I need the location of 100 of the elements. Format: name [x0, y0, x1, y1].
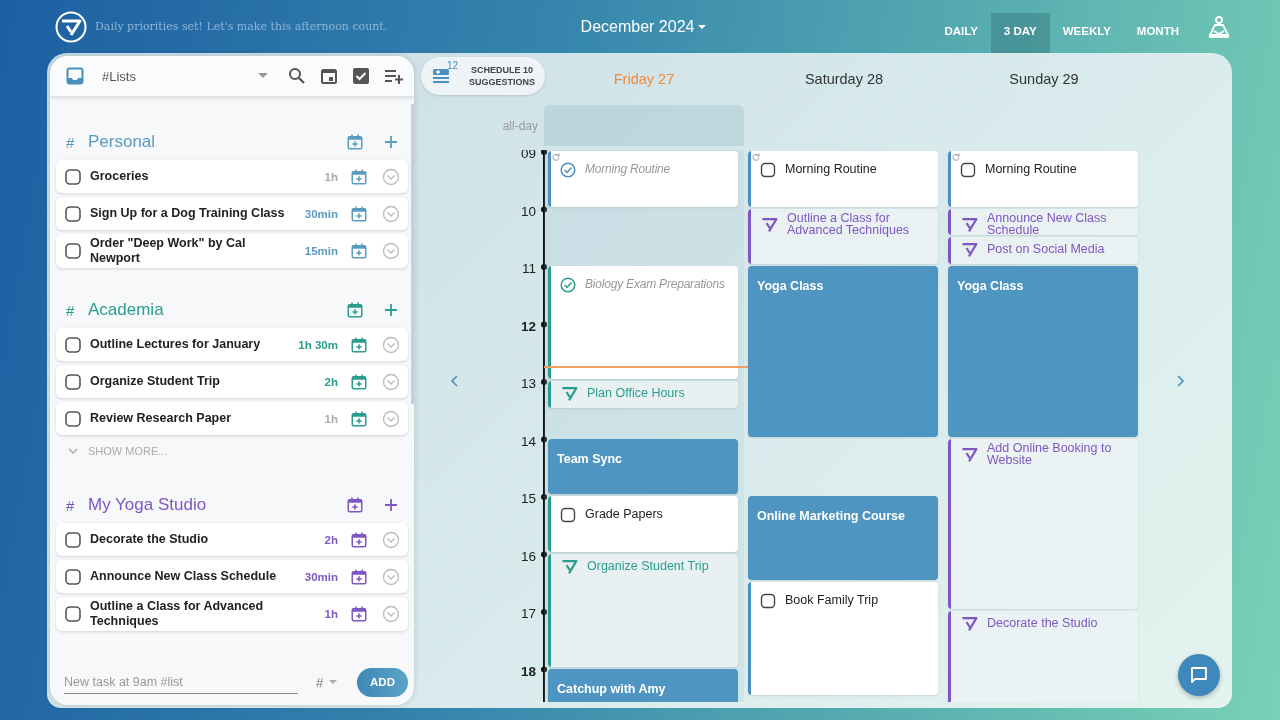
chevron-circle-icon[interactable]: [382, 204, 400, 223]
task-row[interactable]: Order "Deep Work" by Cal Newport 15min: [56, 234, 408, 268]
calendar-add-icon[interactable]: [350, 530, 368, 549]
add-icon[interactable]: [384, 303, 398, 317]
task-row[interactable]: Decorate the Studio 2h: [56, 523, 408, 556]
chevron-circle-icon[interactable]: [382, 530, 400, 549]
chevron-circle-icon[interactable]: [382, 567, 400, 586]
chevron-right-icon[interactable]: [1177, 374, 1185, 387]
calendar-add-icon[interactable]: [350, 567, 368, 586]
calendar-icon[interactable]: [320, 67, 338, 85]
calendar-add-icon[interactable]: [350, 167, 368, 186]
task-title: Morning Routine: [585, 163, 671, 176]
checkbox[interactable]: [65, 168, 81, 185]
day-header[interactable]: Sunday 29: [1009, 71, 1079, 87]
task-title: Grade Papers: [585, 508, 663, 521]
month-dropdown[interactable]: December 2024: [580, 17, 707, 36]
calendar-add-icon[interactable]: [350, 335, 368, 354]
checkbox[interactable]: [65, 568, 81, 585]
checkbox[interactable]: [760, 162, 776, 178]
task-card[interactable]: Morning Routine: [748, 151, 938, 207]
suggestion-card[interactable]: Add Online Booking to Website: [948, 438, 1138, 609]
caret-icon: [698, 23, 707, 30]
event-card[interactable]: Yoga Class: [948, 266, 1138, 437]
event-card[interactable]: Yoga Class: [748, 266, 938, 437]
list-title[interactable]: Academia: [88, 300, 346, 320]
suggestion-card[interactable]: Post on Social Media: [948, 237, 1138, 264]
view-tab[interactable]: WEEKLY: [1049, 13, 1124, 53]
checkbox[interactable]: [960, 162, 976, 178]
day-header[interactable]: Saturday 28: [804, 71, 884, 87]
caret-icon: [258, 73, 268, 79]
calendar-add-icon[interactable]: [350, 605, 368, 623]
suggestion-card[interactable]: Plan Office Hours: [548, 381, 738, 408]
event-title: Yoga Class: [757, 279, 824, 293]
list-dropdown[interactable]: #Lists: [102, 68, 268, 84]
view-tab[interactable]: DAILY: [931, 13, 991, 53]
task-card[interactable]: Morning Routine: [948, 151, 1138, 207]
checkbox[interactable]: [65, 410, 81, 427]
hash-icon: #: [66, 133, 88, 151]
chevron-circle-icon[interactable]: [382, 335, 400, 354]
scrollbar[interactable]: [411, 104, 414, 404]
checkbox[interactable]: [65, 606, 81, 622]
calendar-add-icon[interactable]: [346, 301, 364, 319]
add-list-icon[interactable]: [384, 67, 404, 85]
task-row[interactable]: Sign Up for a Dog Training Class 30min: [56, 197, 408, 230]
calendar-add-icon[interactable]: [350, 204, 368, 223]
hour-label: 17: [520, 606, 536, 621]
meditation-icon[interactable]: [1206, 14, 1232, 41]
add-icon[interactable]: [384, 135, 398, 149]
checkbox[interactable]: [760, 593, 776, 610]
task-row[interactable]: Outline Lectures for January 1h 30m: [56, 328, 408, 361]
calendar-add-icon[interactable]: [350, 409, 368, 428]
suggestion-card[interactable]: Announce New Class Schedule: [948, 208, 1138, 236]
task-row[interactable]: Review Research Paper 1h: [56, 402, 408, 435]
suggestion-card[interactable]: Organize Student Trip: [548, 553, 738, 667]
suggestions-button[interactable]: 12 SCHEDULE 10 SUGGESTIONS: [421, 57, 545, 95]
chevron-circle-icon[interactable]: [382, 167, 400, 186]
inbox-icon[interactable]: [66, 67, 84, 85]
list-picker[interactable]: #: [316, 674, 338, 690]
list-title[interactable]: My Yoga Studio: [88, 495, 346, 515]
chevron-circle-icon[interactable]: [382, 372, 400, 391]
checkbox[interactable]: [65, 373, 81, 390]
task-card[interactable]: Grade Papers: [548, 496, 738, 552]
calendar-add-icon[interactable]: [350, 242, 368, 260]
view-tab[interactable]: 3 DAY: [990, 13, 1050, 53]
chevron-circle-icon[interactable]: [382, 242, 400, 260]
suggestion-card[interactable]: Decorate the Studio: [948, 611, 1138, 702]
chevron-circle-icon[interactable]: [382, 605, 400, 623]
task-row[interactable]: Outline a Class for Advanced Techniques 1h: [56, 597, 408, 631]
task-row[interactable]: Announce New Class Schedule 30min: [56, 560, 408, 593]
calendar-add-icon[interactable]: [346, 133, 364, 151]
list-title[interactable]: Personal: [88, 132, 346, 152]
logo-icon[interactable]: [55, 10, 87, 43]
task-card[interactable]: Morning Routine: [548, 151, 738, 207]
chevron-circle-icon[interactable]: [382, 409, 400, 428]
calendar-add-icon[interactable]: [350, 372, 368, 391]
new-task-field[interactable]: New task at 9am #list: [64, 670, 298, 694]
add-button[interactable]: ADD: [357, 667, 408, 697]
checkbox[interactable]: [65, 243, 81, 259]
task-card[interactable]: Biology Exam Preparations: [548, 266, 738, 379]
chevron-left-icon[interactable]: [450, 374, 458, 387]
task-card[interactable]: Book Family Trip: [748, 582, 938, 696]
event-card[interactable]: Catchup with Amy: [548, 668, 738, 702]
add-icon[interactable]: [384, 498, 398, 512]
task-row[interactable]: Groceries 1h: [56, 160, 408, 193]
check-circle-icon[interactable]: [560, 277, 576, 293]
checkbox-icon[interactable]: [352, 67, 370, 85]
checkbox[interactable]: [65, 205, 81, 222]
chat-button[interactable]: [1178, 654, 1220, 696]
event-card[interactable]: Online Marketing Course: [748, 496, 938, 581]
checkbox[interactable]: [65, 531, 81, 548]
checkbox[interactable]: [560, 507, 576, 523]
event-card[interactable]: Team Sync: [548, 438, 738, 494]
suggestion-card[interactable]: Outline a Class for Advanced Techniques: [748, 208, 938, 264]
task-row[interactable]: Organize Student Trip 2h: [56, 365, 408, 398]
hour-label: 12: [520, 318, 536, 334]
checkbox[interactable]: [65, 336, 81, 353]
check-circle-icon[interactable]: [560, 162, 576, 178]
hour-label: 16: [520, 548, 536, 564]
search-icon[interactable]: [288, 67, 306, 85]
calendar-add-icon[interactable]: [346, 496, 364, 514]
